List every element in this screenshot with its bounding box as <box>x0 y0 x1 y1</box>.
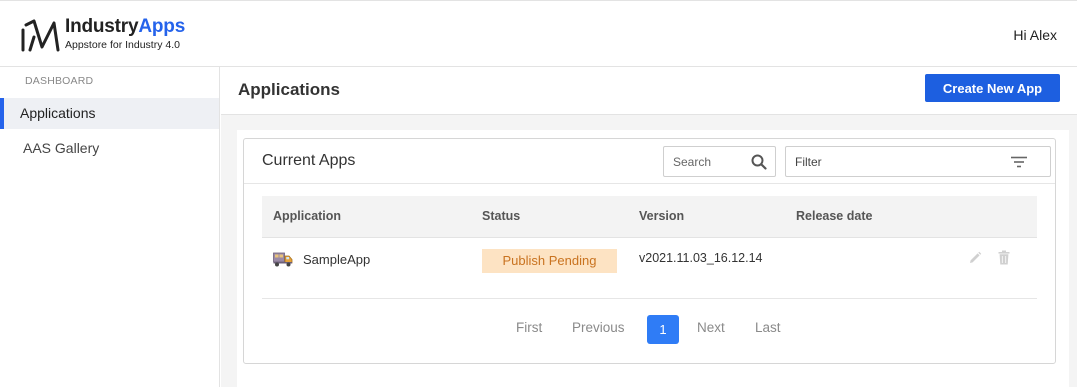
pagination-page-1[interactable]: 1 <box>647 315 679 344</box>
sidebar-item-applications[interactable]: Applications <box>0 98 219 129</box>
brand-name-main: Industry <box>65 16 139 37</box>
top-header: IndustryApps Appstore for Industry 4.0 H… <box>0 0 1077 67</box>
column-header-version[interactable]: Version <box>639 209 684 223</box>
pagination-previous[interactable]: Previous <box>572 320 625 335</box>
search-icon[interactable] <box>751 154 767 170</box>
current-apps-card: Current Apps Filter Application Status V… <box>243 138 1056 364</box>
sidebar-section-dashboard: DASHBOARD <box>25 75 94 87</box>
main-content: Applications Create New App Current Apps… <box>221 67 1077 387</box>
column-header-application[interactable]: Application <box>273 209 341 223</box>
create-new-app-button[interactable]: Create New App <box>925 74 1060 102</box>
pagination-next[interactable]: Next <box>697 320 725 335</box>
page-title: Applications <box>238 80 341 99</box>
pagination-first[interactable]: First <box>516 320 542 335</box>
pencil-icon[interactable] <box>968 251 982 265</box>
sidebar-item-aas-gallery[interactable]: AAS Gallery <box>0 133 219 164</box>
card-title: Current Apps <box>262 152 356 169</box>
industryapps-logo-icon[interactable] <box>20 17 60 53</box>
app-name[interactable]: SampleApp <box>303 252 370 267</box>
brand-name-accent: Apps <box>138 16 186 37</box>
sidebar: DASHBOARD Applications AAS Gallery <box>0 67 220 387</box>
brand-name: IndustryApps <box>65 16 185 38</box>
table-row[interactable]: SampleApp Publish Pending v2021.11.03_16… <box>262 239 1037 299</box>
filter-icon <box>1011 156 1027 168</box>
card-divider <box>244 183 1055 184</box>
status-badge: Publish Pending <box>482 249 617 273</box>
search-box[interactable] <box>663 146 776 177</box>
app-version: v2021.11.03_16.12.14 <box>639 251 763 265</box>
pagination-last[interactable]: Last <box>755 320 781 335</box>
brand-tagline: Appstore for Industry 4.0 <box>65 39 180 51</box>
app-truck-icon <box>273 252 293 267</box>
search-input[interactable] <box>664 147 744 176</box>
filter-dropdown[interactable]: Filter <box>785 146 1051 177</box>
page-header: Applications Create New App <box>221 67 1077 115</box>
filter-label: Filter <box>795 155 822 169</box>
table-header: Application Status Version Release date <box>262 196 1037 238</box>
trash-icon[interactable] <box>998 250 1010 265</box>
column-header-release-date[interactable]: Release date <box>796 209 872 223</box>
column-header-status[interactable]: Status <box>482 209 520 223</box>
brand[interactable]: IndustryApps Appstore for Industry 4.0 <box>65 16 185 52</box>
user-greeting[interactable]: Hi Alex <box>1013 27 1057 43</box>
